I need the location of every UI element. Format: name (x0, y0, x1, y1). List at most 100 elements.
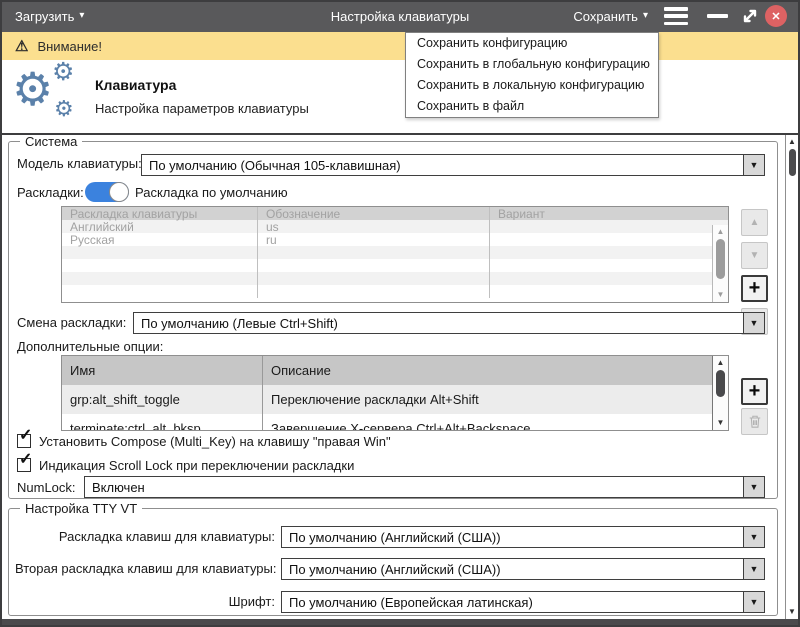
up-arrow-icon: ▲ (750, 217, 760, 228)
dropdown-arrow-icon: ▼ (743, 313, 764, 333)
caret-down-icon: ▾ (643, 11, 648, 21)
switch-layout-value: По умолчанию (Левые Ctrl+Shift) (134, 313, 743, 333)
plus-icon: + (749, 380, 761, 403)
extra-options-label: Дополнительные опции: (17, 339, 163, 354)
page-title: Клавиатура (95, 77, 176, 93)
check-icon: ✓ (19, 452, 32, 468)
switch-layout-select[interactable]: По умолчанию (Левые Ctrl+Shift) ▼ (133, 312, 765, 334)
numlock-value: Включен (85, 477, 743, 497)
scrollbar-thumb[interactable] (716, 370, 725, 397)
column-header: Обозначение (257, 207, 489, 220)
dropdown-arrow-icon: ▼ (743, 559, 764, 579)
scroll-down-icon[interactable]: ▼ (786, 606, 798, 618)
keyboard-model-select[interactable]: По умолчанию (Обычная 105-клавишная) ▼ (141, 154, 765, 176)
scroll-down-icon[interactable]: ▼ (713, 417, 728, 429)
warning-text: Внимание! (37, 39, 102, 54)
gear-icon: ⚙ (54, 98, 74, 120)
gear-icon: ⚙ (12, 66, 53, 112)
down-arrow-icon: ▼ (750, 250, 760, 261)
gears-icon: ⚙ ⚙ ⚙ (12, 64, 84, 128)
column-header: Вариант (489, 207, 728, 220)
save-button[interactable]: Сохранить ▾ (573, 0, 648, 32)
table-row-empty (62, 259, 728, 272)
scrollbar-thumb[interactable] (789, 149, 796, 176)
keyboard-model-label: Модель клавиатуры: (17, 156, 142, 171)
layouts-default-toggle[interactable] (85, 182, 129, 202)
dropdown-arrow-icon: ▼ (743, 155, 764, 175)
tty-layout-select[interactable]: По умолчанию (Английский (США)) ▼ (281, 526, 765, 548)
warning-bar: ⚠ Внимание! (0, 32, 800, 60)
tty-legend: Настройка TTY VT (20, 501, 142, 516)
tty-layout-label: Раскладка клавиш для клавиатуры: (15, 529, 275, 544)
scroll-down-icon[interactable]: ▼ (713, 289, 728, 301)
save-menu-item[interactable]: Сохранить в глобальную конфигурацию (406, 54, 658, 75)
table-scrollbar[interactable]: ▲ ▼ (712, 356, 728, 430)
move-down-button[interactable]: ▼ (741, 242, 768, 269)
save-menu: Сохранить конфигурацию Сохранить в глоба… (405, 32, 659, 118)
table-row[interactable]: Английский us (62, 220, 728, 233)
dropdown-arrow-icon: ▼ (743, 477, 764, 497)
add-option-button[interactable]: + (741, 378, 768, 405)
column-header: Описание (262, 356, 728, 385)
plus-icon: + (749, 277, 761, 300)
tty-font-select[interactable]: По умолчанию (Европейская латинская) ▼ (281, 591, 765, 613)
tty-fieldset: Настройка TTY VT Раскладка клавиш для кл… (8, 508, 778, 616)
expand-icon (741, 7, 759, 25)
close-icon: ✕ (771, 10, 780, 23)
checkbox-box: ✓ (17, 458, 31, 472)
save-menu-item[interactable]: Сохранить в локальную конфигурацию (406, 75, 658, 96)
dropdown-arrow-icon: ▼ (743, 592, 764, 612)
toggle-knob (109, 182, 129, 202)
save-menu-item[interactable]: Сохранить конфигурацию (406, 33, 658, 54)
expand-button[interactable] (741, 7, 759, 25)
tty-second-layout-select[interactable]: По умолчанию (Английский (США)) ▼ (281, 558, 765, 580)
bottom-scrollbar[interactable] (0, 619, 800, 627)
table-scrollbar[interactable]: ▲ ▼ (712, 225, 728, 302)
table-row[interactable]: Русская ru (62, 233, 728, 246)
column-header: Имя (62, 363, 262, 378)
check-icon: ✓ (19, 428, 32, 444)
numlock-select[interactable]: Включен ▼ (84, 476, 765, 498)
table-row[interactable]: grp:alt_shift_toggle Переключение раскла… (62, 385, 728, 414)
scrolllock-checkbox[interactable]: ✓ Индикация Scroll Lock при переключении… (17, 458, 354, 473)
main-scrollbar[interactable]: ▲ ▼ (785, 135, 798, 619)
trash-icon (748, 414, 762, 429)
window-title: Настройка клавиатуры (331, 0, 469, 32)
column-header: Раскладка клавиатуры (62, 207, 257, 221)
app-header: ⚙ ⚙ ⚙ Клавиатура Настройка параметров кл… (0, 60, 800, 135)
gear-icon: ⚙ (52, 60, 74, 85)
tty-font-label: Шрифт: (15, 594, 275, 609)
scroll-up-icon[interactable]: ▲ (713, 357, 728, 369)
close-button[interactable]: ✕ (765, 5, 787, 27)
scroll-up-icon[interactable]: ▲ (713, 226, 728, 238)
tty-second-layout-label: Вторая раскладка клавиш для клавиатуры: (15, 561, 275, 576)
hamburger-icon (664, 7, 688, 11)
delete-option-button[interactable] (741, 408, 768, 435)
switch-layout-label: Смена раскладки: (17, 315, 126, 330)
load-button-label: Загрузить (15, 9, 74, 24)
minimize-button[interactable] (707, 14, 728, 18)
dropdown-arrow-icon: ▼ (743, 527, 764, 547)
scroll-up-icon[interactable]: ▲ (786, 136, 798, 148)
tty-second-layout-value: По умолчанию (Английский (США)) (282, 559, 743, 579)
options-table-header: Имя Описание (62, 356, 728, 385)
tty-layout-value: По умолчанию (Английский (США)) (282, 527, 743, 547)
table-row-empty (62, 246, 728, 259)
table-row[interactable]: terminate:ctrl_alt_bksp Завершение X-сер… (62, 414, 728, 431)
load-button[interactable]: Загрузить ▾ (15, 0, 84, 32)
compose-checkbox[interactable]: ✓ Установить Compose (Multi_Key) на клав… (17, 434, 391, 449)
numlock-label: NumLock: (17, 480, 76, 495)
layouts-table-header: Раскладка клавиатуры Обозначение Вариант (62, 207, 728, 220)
scrolllock-checkbox-label: Индикация Scroll Lock при переключении р… (39, 458, 354, 473)
options-table: Имя Описание grp:alt_shift_toggle Перекл… (61, 355, 729, 431)
scrollbar-thumb[interactable] (716, 239, 725, 279)
layouts-toggle-label: Раскладка по умолчанию (135, 185, 288, 200)
table-row-empty (62, 272, 728, 285)
hamburger-menu-button[interactable] (664, 7, 688, 25)
add-layout-button[interactable]: + (741, 275, 768, 302)
move-up-button[interactable]: ▲ (741, 209, 768, 236)
checkbox-box: ✓ (17, 434, 31, 448)
page-subtitle: Настройка параметров клавиатуры (95, 101, 309, 116)
titlebar: Загрузить ▾ Настройка клавиатуры Сохрани… (0, 0, 800, 32)
save-menu-item[interactable]: Сохранить в файл (406, 96, 658, 117)
